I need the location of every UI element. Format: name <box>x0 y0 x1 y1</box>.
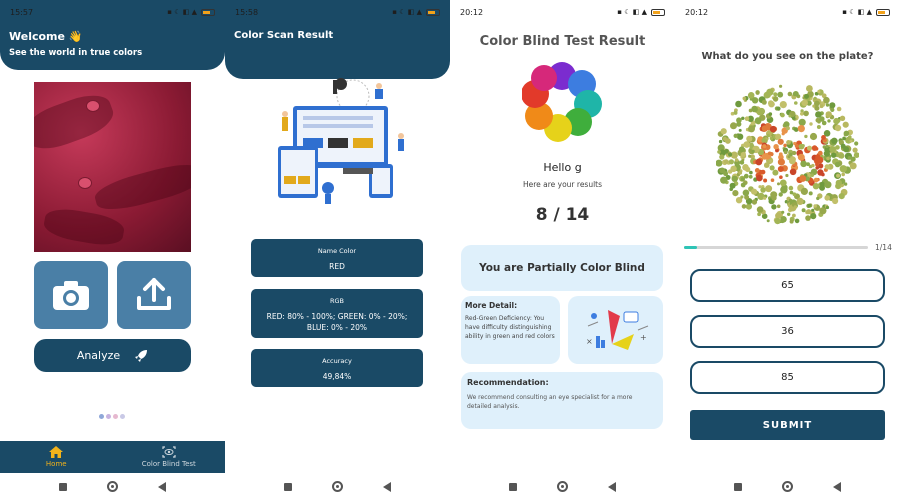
welcome-title: Welcome 👋 <box>9 30 83 43</box>
more-detail-title: More Detail: <box>465 301 518 310</box>
progress-fill <box>684 246 697 249</box>
option-label: 65 <box>781 280 794 291</box>
greeting: Hello g <box>543 161 582 174</box>
analyze-button[interactable]: Analyze <box>34 339 191 372</box>
results-subtitle: Here are your results <box>522 180 603 189</box>
verdict-box: You are Partially Color Blind <box>461 245 663 291</box>
progress-bar <box>684 246 868 249</box>
system-nav-bar <box>450 473 675 500</box>
tab-home-label: Home <box>45 460 67 468</box>
upload-icon <box>137 278 171 310</box>
home-system-button[interactable] <box>107 481 118 492</box>
screen-plate-test: 20:12 ▪ ☾ ◧ ▲ What do you see on the pla… <box>675 0 900 500</box>
submit-button[interactable]: SUBMIT <box>690 410 885 440</box>
tab-home[interactable]: Home <box>0 441 113 473</box>
scanned-photo <box>34 82 191 252</box>
status-time: 20:12 <box>685 7 709 17</box>
option-label: 36 <box>781 326 794 337</box>
back-button[interactable] <box>158 481 166 492</box>
recommendation-box: Recommendation: We recommend consulting … <box>461 372 663 429</box>
back-button[interactable] <box>608 481 616 492</box>
card-label: Name Color <box>317 247 357 255</box>
more-detail-text: Red-Green Deficiency: You have difficult… <box>465 315 555 340</box>
page-title: Color Blind Test Result <box>479 34 646 49</box>
svg-text:+: + <box>640 333 647 342</box>
analyze-label: Analyze <box>76 349 121 362</box>
card-value: RED <box>329 262 345 271</box>
system-nav-bar <box>0 473 225 500</box>
card-rgb: RGB RED: 80% - 100%; GREEN: 0% - 20%; BL… <box>251 289 423 338</box>
recents-button[interactable] <box>284 482 292 491</box>
answer-option[interactable]: 65 <box>690 269 885 302</box>
system-nav-bar <box>675 473 900 500</box>
recents-button[interactable] <box>59 482 67 491</box>
card-name-color: Name Color RED <box>251 239 423 277</box>
recommendation-text: We recommend consulting an eye specialis… <box>467 394 633 410</box>
tab-test-label: Color Blind Test <box>141 460 196 468</box>
recommendation-title: Recommendation: <box>467 378 549 387</box>
color-wheel-logo <box>522 62 602 142</box>
card-label: Accuracy <box>322 357 352 365</box>
status-time: 15:57 <box>10 7 34 17</box>
screen-home: 15:57 ▪ ☾ ◧ ▲ Welcome 👋 See the world in… <box>0 0 225 500</box>
question: What do you see on the plate? <box>701 51 874 62</box>
home-system-button[interactable] <box>557 481 568 492</box>
answer-option[interactable]: 36 <box>690 315 885 348</box>
status-time: 20:12 <box>460 7 484 17</box>
devices-illustration <box>278 78 404 204</box>
tab-color-blind-test[interactable]: Color Blind Test <box>113 441 226 473</box>
status-time: 15:58 <box>235 7 259 17</box>
progress-count: 1/14 <box>875 243 892 252</box>
option-label: 85 <box>781 372 794 383</box>
status-bar: 20:12 ▪ ☾ ◧ ▲ <box>675 0 900 24</box>
home-system-button[interactable] <box>782 481 793 492</box>
submit-label: SUBMIT <box>762 419 813 431</box>
system-nav-bar <box>225 473 450 500</box>
camera-button[interactable] <box>34 261 108 329</box>
home-system-button[interactable] <box>332 481 343 492</box>
page-title: Color Scan Result <box>234 30 334 41</box>
tagline: See the world in true colors <box>9 48 143 58</box>
page-indicator <box>99 414 125 419</box>
ishihara-plate <box>716 84 859 225</box>
answer-option[interactable]: 85 <box>690 361 885 394</box>
status-bar: 20:12 ▪ ☾ ◧ ▲ <box>450 0 675 24</box>
analysis-illustration: + × <box>568 296 663 364</box>
upload-button[interactable] <box>117 261 191 329</box>
card-value: RED: 80% - 100%; GREEN: 0% - 20%; BLUE: … <box>266 312 408 332</box>
back-button[interactable] <box>833 481 841 492</box>
card-label: RGB <box>329 297 344 305</box>
card-accuracy: Accuracy 49,84% <box>251 349 423 387</box>
score: 8 / 14 <box>535 205 590 225</box>
camera-icon <box>53 281 89 310</box>
verdict-text: You are Partially Color Blind <box>479 262 645 274</box>
screen-test-result: 20:12 ▪ ☾ ◧ ▲ Color Blind Test Result He… <box>450 0 675 500</box>
rocket-icon <box>135 349 148 362</box>
recents-button[interactable] <box>734 482 742 491</box>
recents-button[interactable] <box>509 482 517 491</box>
screen-scan-result: 15:58 ▪ ☾ ◧ ▲ Color Scan Result Name Col… <box>225 0 450 500</box>
svg-text:×: × <box>586 337 593 346</box>
home-icon <box>49 446 64 458</box>
status-icons: ▪ ☾ ◧ ▲ <box>167 8 215 16</box>
card-value: 49,84% <box>322 372 352 381</box>
more-detail-box: More Detail: Red-Green Deficiency: You h… <box>461 296 560 364</box>
back-button[interactable] <box>383 481 391 492</box>
eye-scan-icon <box>162 446 176 458</box>
bottom-navigation: Home Color Blind Test <box>0 441 225 473</box>
